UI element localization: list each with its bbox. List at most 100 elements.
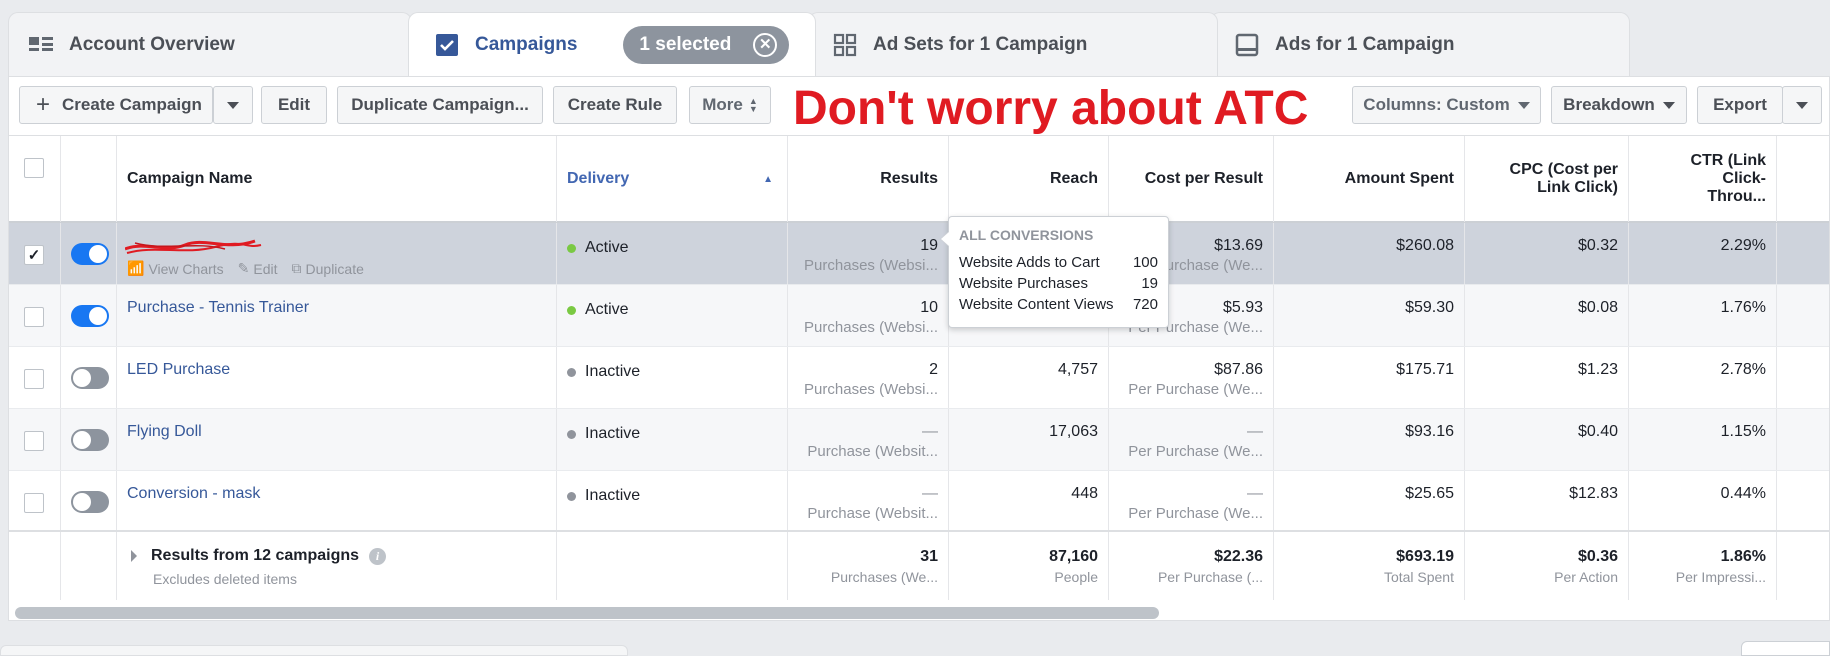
header-ctr[interactable]: CTR (Link Click-Throu... xyxy=(1629,136,1777,222)
header-amount-spent[interactable]: Amount Spent xyxy=(1274,136,1465,222)
row-delivery-cell: Inactive xyxy=(557,409,788,470)
row-checkbox[interactable]: ✓ xyxy=(24,245,44,265)
tab-ads[interactable]: Ads for 1 Campaign xyxy=(1210,12,1630,76)
edit-link[interactable]: ✎ Edit xyxy=(238,260,278,277)
row-cost-cell: — Per Purchase (We... xyxy=(1109,471,1274,532)
create-rule-button[interactable]: Create Rule xyxy=(553,86,677,124)
row-extra-cell xyxy=(1777,409,1830,470)
ctr-value: 1.76% xyxy=(1720,299,1766,316)
row-checkbox[interactable] xyxy=(24,369,44,389)
chevron-down-icon xyxy=(227,101,239,109)
row-select-cell xyxy=(9,285,61,346)
table-row[interactable]: Conversion - mask Inactive — Purchase (We… xyxy=(9,471,1829,533)
row-checkbox[interactable] xyxy=(24,307,44,327)
header-delivery[interactable]: Delivery ▲ xyxy=(557,136,788,222)
row-checkbox[interactable] xyxy=(24,431,44,451)
campaign-toggle[interactable] xyxy=(71,429,109,451)
results-value[interactable]: 19 xyxy=(920,237,938,255)
campaign-toggle[interactable] xyxy=(71,305,109,327)
expand-triangle-icon xyxy=(131,550,137,562)
row-cpc-cell: $0.32 xyxy=(1465,223,1629,284)
header-results[interactable]: Results xyxy=(788,136,949,222)
info-icon[interactable]: i xyxy=(369,547,387,565)
results-value[interactable]: 2 xyxy=(929,361,938,379)
row-extra-cell xyxy=(1777,471,1830,532)
tab-campaigns[interactable]: Campaigns 1 selected ✕ xyxy=(408,12,816,76)
ads-manager-window: Account Overview Ads for 1 Campaign Ad S… xyxy=(0,0,1830,656)
campaign-name-link[interactable]: LED Purchase xyxy=(127,361,230,379)
toggle-knob xyxy=(73,369,91,387)
row-name-cell: 📶 View Charts ✎ Edit ⧉ Duplicate xyxy=(117,223,557,284)
cost-value: $5.93 xyxy=(1222,299,1263,316)
row-spent-cell: $260.08 xyxy=(1274,223,1465,284)
export-button[interactable]: Export xyxy=(1697,86,1783,124)
totals-ctr-type: Per Impressi... xyxy=(1675,569,1766,585)
breakdown-dropdown[interactable]: Breakdown xyxy=(1551,86,1687,124)
row-select-cell xyxy=(9,347,61,408)
totals-label: Results from 12 campaigns xyxy=(151,547,360,564)
totals-reach-type: People xyxy=(1054,569,1098,585)
row-delivery-cell: Inactive xyxy=(557,347,788,408)
duplicate-link[interactable]: ⧉ Duplicate xyxy=(292,260,364,277)
header-campaign-name[interactable]: Campaign Name xyxy=(117,136,557,222)
row-name-cell: LED Purchase xyxy=(117,347,557,408)
select-all-checkbox[interactable] xyxy=(24,158,44,178)
results-type: Purchases (Websi... xyxy=(804,319,938,336)
table-row[interactable]: LED Purchase Inactive 2 Purchases (Websi.… xyxy=(9,347,1829,409)
columns-dropdown[interactable]: Columns: Custom xyxy=(1352,86,1541,124)
create-campaign-button[interactable]: + Create Campaign xyxy=(19,86,213,124)
campaign-name-link[interactable]: Purchase - Tennis Trainer xyxy=(127,299,309,317)
ctr-value: 2.29% xyxy=(1720,237,1766,254)
tooltip-title: ALL CONVERSIONS xyxy=(959,227,1094,243)
cpc-value: $0.08 xyxy=(1577,299,1618,316)
ctr-value: 1.15% xyxy=(1720,423,1766,440)
row-select-cell xyxy=(9,409,61,470)
totals-spent: $693.19 xyxy=(1396,548,1454,565)
clear-selection-icon[interactable]: ✕ xyxy=(753,32,778,57)
toggle-knob xyxy=(73,431,91,449)
totals-results: 31 xyxy=(920,548,938,565)
ctr-value: 2.78% xyxy=(1720,361,1766,378)
totals-cost-type: Per Purchase (... xyxy=(1157,569,1263,585)
reach-value: 4,757 xyxy=(1057,361,1098,378)
view-charts-link[interactable]: 📶 View Charts xyxy=(127,260,224,277)
tab-campaigns-label: Campaigns xyxy=(475,33,578,55)
edit-button[interactable]: Edit xyxy=(261,86,327,124)
header-cost-per-result[interactable]: Cost per Result xyxy=(1109,136,1274,222)
horizontal-scrollbar[interactable] xyxy=(15,607,1159,619)
results-value[interactable]: 10 xyxy=(920,299,938,317)
row-checkbox[interactable] xyxy=(24,493,44,513)
header-cpc[interactable]: CPC (Cost per Link Click) xyxy=(1465,136,1629,222)
campaign-toggle[interactable] xyxy=(71,243,109,265)
totals-blank xyxy=(61,532,117,600)
table-row[interactable]: ✓ 📶 View Charts ✎ Edit ⧉ Duplicate Active 1… xyxy=(9,223,1829,285)
tab-ad-sets[interactable]: Ad Sets for 1 Campaign xyxy=(808,12,1218,76)
tab-account-overview[interactable]: Account Overview xyxy=(8,12,412,76)
campaign-name-link[interactable]: Flying Doll xyxy=(127,423,202,441)
campaign-toggle[interactable] xyxy=(71,367,109,389)
tooltip-row: Website Adds to Cart 100 xyxy=(959,252,1158,273)
totals-expander[interactable]: Results from 12 campaigns i xyxy=(131,547,387,565)
campaign-name-link[interactable]: Conversion - mask xyxy=(127,485,260,503)
header-reach[interactable]: Reach xyxy=(949,136,1109,222)
duplicate-campaign-button[interactable]: Duplicate Campaign... xyxy=(337,86,543,124)
create-campaign-dropdown[interactable] xyxy=(213,86,253,124)
chevron-down-icon xyxy=(1796,101,1808,109)
bottom-right-control[interactable] xyxy=(1741,641,1830,656)
reach-value: 17,063 xyxy=(1049,423,1098,440)
row-reach-cell: 448 xyxy=(949,471,1109,532)
ads-icon xyxy=(1233,33,1261,57)
campaign-toggle[interactable] xyxy=(71,491,109,513)
table-row[interactable]: Flying Doll Inactive — Purchase (Websit..… xyxy=(9,409,1829,471)
export-dropdown[interactable] xyxy=(1782,86,1822,124)
cpc-value: $0.40 xyxy=(1577,423,1618,440)
totals-name-cell: Results from 12 campaigns i Excludes del… xyxy=(117,532,557,600)
table-row[interactable]: Purchase - Tennis Trainer Active 10 Purch… xyxy=(9,285,1829,347)
campaigns-panel: + Create Campaign Edit Duplicate Campaig… xyxy=(8,76,1830,621)
status-dot xyxy=(567,306,576,315)
more-button[interactable]: More ▲ ▼ xyxy=(689,86,771,124)
row-select-cell xyxy=(9,471,61,532)
row-cpc-cell: $0.08 xyxy=(1465,285,1629,346)
selection-pill: 1 selected ✕ xyxy=(623,25,790,64)
row-delivery-cell: Inactive xyxy=(557,471,788,532)
